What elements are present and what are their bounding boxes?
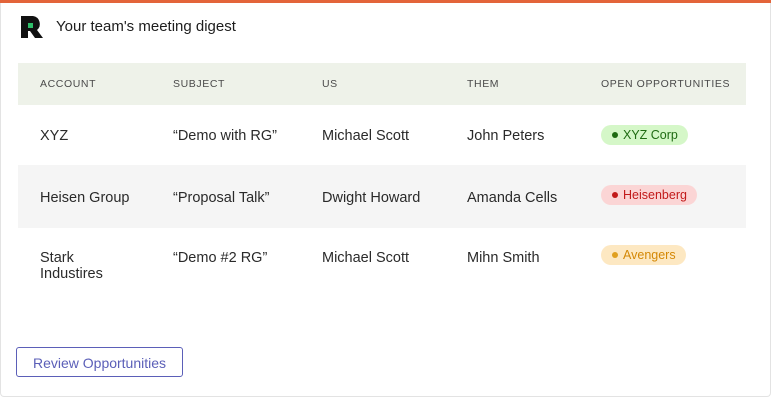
status-dot-icon: [612, 192, 618, 198]
column-header-account: ACCOUNT: [40, 78, 97, 90]
status-dot-icon: [612, 252, 618, 258]
table-row: XYZ “Demo with RG” Michael Scott John Pe…: [18, 105, 746, 165]
page-title: Your team's meeting digest: [56, 18, 236, 35]
subject-cell: “Demo #2 RG”: [173, 250, 268, 266]
them-cell: Mihn Smith: [467, 250, 540, 266]
account-cell: Heisen Group: [40, 190, 130, 206]
account-cell: XYZ: [40, 128, 69, 144]
table-row: Heisen Group “Proposal Talk” Dwight Howa…: [18, 165, 746, 228]
them-cell: Amanda Cells: [467, 190, 558, 206]
account-name-line: Stark: [40, 250, 74, 266]
us-cell: Michael Scott: [322, 250, 410, 266]
status-dot-icon: [612, 132, 618, 138]
account-cell: Stark Industires: [40, 250, 103, 282]
table-header-row: ACCOUNT SUBJECT US THEM OPEN OPPORTUNITI…: [18, 63, 746, 105]
review-opportunities-button[interactable]: Review Opportunities: [16, 347, 183, 377]
them-cell: John Peters: [467, 128, 545, 144]
rg-logo-icon: [21, 16, 43, 38]
column-header-open-opportunities: OPEN OPPORTUNITIES: [601, 78, 731, 90]
table-row: Stark Industires “Demo #2 RG” Michael Sc…: [18, 228, 746, 293]
column-header-subject: SUBJECT: [173, 78, 226, 90]
us-cell: Michael Scott: [322, 128, 410, 144]
opportunity-label: XYZ Corp: [623, 128, 678, 142]
opportunity-badge[interactable]: Heisenberg: [601, 185, 697, 205]
opportunity-badge[interactable]: Avengers: [601, 245, 686, 265]
account-name-line: Industires: [40, 266, 103, 282]
subject-cell: “Proposal Talk”: [173, 190, 270, 206]
opportunity-badge[interactable]: XYZ Corp: [601, 125, 688, 145]
accent-bar: [0, 0, 771, 3]
column-header-us: US: [322, 78, 338, 90]
opportunity-label: Avengers: [623, 248, 676, 262]
us-cell: Dwight Howard: [322, 190, 421, 206]
subject-cell: “Demo with RG”: [173, 128, 277, 144]
opportunity-label: Heisenberg: [623, 188, 687, 202]
column-header-them: THEM: [467, 78, 500, 90]
